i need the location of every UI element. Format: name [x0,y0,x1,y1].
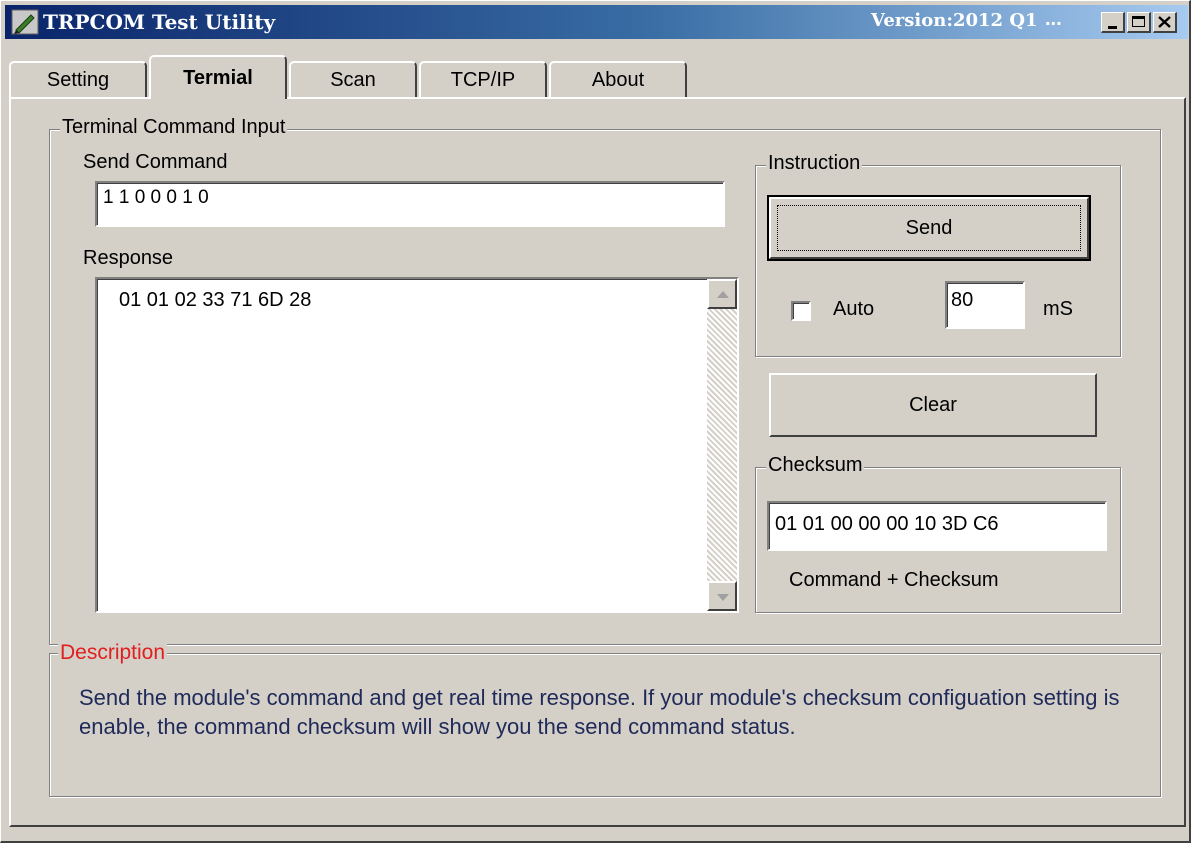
version-label: Version:2012 Q1 [871,10,1038,31]
checksum-output[interactable]: 01 01 00 00 00 10 3D C6 [767,501,1107,551]
maximize-button[interactable] [1127,12,1151,33]
title-ellipsis: ... [1045,8,1062,30]
clear-button[interactable]: Clear [769,373,1097,437]
response-label: Response [83,247,174,269]
window-title: TRPCOM Test Utility [43,10,276,34]
response-text: 01 01 02 33 71 6D 28 [119,289,312,311]
arrow-up-icon [717,291,729,298]
app-window: TRPCOM Test Utility Version:2012 Q1 ... … [0,0,1191,843]
interval-unit-label: mS [1043,298,1073,320]
send-command-input[interactable]: 1 1 0 0 0 1 0 [95,181,725,227]
instruction-title: Instruction [766,152,863,175]
instruction-group: Instruction [755,152,1121,357]
focus-rect [777,205,1081,251]
maximize-icon [1132,16,1145,27]
title-bar[interactable]: TRPCOM Test Utility Version:2012 Q1 ... [5,5,1188,39]
scroll-up-button[interactable] [707,279,737,309]
tab-termial[interactable]: Termial [149,55,287,99]
arrow-down-icon [717,594,729,601]
auto-checkbox[interactable] [791,301,811,321]
auto-interval-input[interactable]: 80 [945,281,1025,329]
tab-setting[interactable]: Setting [9,61,147,97]
tab-scan[interactable]: Scan [289,61,417,97]
response-scrollbar[interactable] [707,279,737,611]
send-command-label: Send Command [83,151,228,173]
tab-about[interactable]: About [549,61,687,97]
minimize-icon [1108,26,1117,29]
auto-label: Auto [833,298,875,320]
checksum-title: Checksum [766,454,865,477]
description-text: Send the module's command and get real t… [79,685,1120,739]
pen-tool-icon [11,9,39,35]
checksum-caption: Command + Checksum [789,569,999,591]
tab-tcpip[interactable]: TCP/IP [419,61,547,97]
close-button[interactable] [1153,12,1177,33]
terminal-command-title: Terminal Command Input [60,116,288,139]
description-title: Description [58,641,168,665]
send-button[interactable]: Send [767,195,1091,261]
minimize-button[interactable] [1101,12,1125,33]
scroll-down-button[interactable] [707,581,737,611]
close-icon [1158,16,1171,28]
response-textarea[interactable]: 01 01 02 33 71 6D 28 [95,277,739,613]
